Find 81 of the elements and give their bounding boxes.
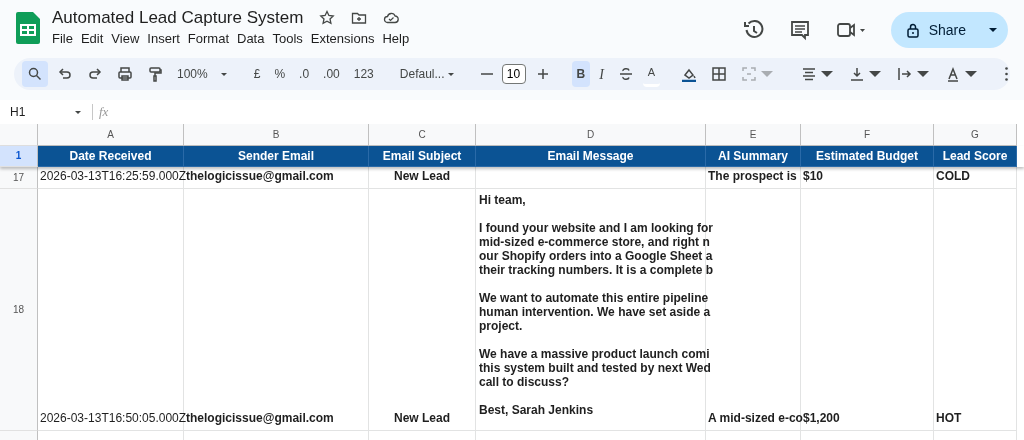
table-cell: New Lead: [369, 167, 476, 189]
font-dropdown[interactable]: Defaul...: [394, 61, 460, 87]
number-format-button[interactable]: 123: [348, 61, 379, 87]
minus-icon: [480, 73, 493, 75]
undo-icon: [57, 66, 73, 82]
lock-icon: [904, 22, 921, 38]
table-cell: thelogicissue@gmail.com: [184, 189, 369, 431]
message-paragraph: I found your website and I am looking for mid-sized e-commerce store, and right n our Shopify orders into a Google Sheet a their tracking numbers. It is a complete b: [479, 221, 714, 277]
merge-cells-icon: [741, 66, 758, 82]
column-header[interactable]: F: [801, 124, 934, 146]
name-box[interactable]: H1: [10, 103, 86, 121]
document-title[interactable]: Automated Lead Capture System: [52, 6, 304, 30]
message-paragraph: We want to automate this entire pipeline human intervention. We have set aside a project.: [479, 291, 711, 333]
message-paragraph: Hi team,: [479, 193, 526, 207]
redo-icon: [87, 66, 103, 82]
table-cell: HOT: [934, 189, 1017, 431]
table-cell: COLD: [934, 167, 1017, 189]
fill-color-icon: [681, 66, 698, 82]
percent-button[interactable]: %: [269, 61, 291, 87]
header-cell: Sender Email: [184, 146, 369, 167]
table-cell: thelogicissue@gmail.com: [184, 167, 369, 189]
italic-button[interactable]: I: [594, 61, 609, 87]
paint-format-icon: [147, 66, 163, 82]
search-icon: [27, 66, 43, 82]
column-header[interactable]: D: [476, 124, 706, 146]
font-size-field[interactable]: 10: [501, 64, 526, 84]
currency-button[interactable]: £: [248, 61, 266, 87]
table-cell: The prospect is: [706, 167, 801, 189]
menu-item[interactable]: Extensions: [306, 30, 379, 48]
header-cell: Date Received: [38, 146, 184, 167]
borders-icon: [711, 66, 728, 82]
message-paragraph: We have a massive product launch comi this system built and tested by next Wed call to discuss?: [479, 347, 711, 389]
table-cell: New Lead: [369, 189, 476, 431]
column-header[interactable]: A: [38, 124, 184, 146]
zoom-dropdown[interactable]: 100%: [172, 61, 233, 87]
align-icon: [801, 66, 818, 82]
cloud-icon[interactable]: [383, 10, 400, 26]
text-wrap-icon: [897, 66, 914, 82]
menu-item[interactable]: Help: [378, 30, 414, 48]
caret-icon: [446, 71, 455, 77]
sheets-logo-icon[interactable]: [16, 12, 40, 44]
row-number[interactable]: 1: [0, 146, 38, 167]
folder-icon[interactable]: [351, 10, 368, 26]
text-color-button[interactable]: A: [642, 61, 661, 87]
column-header[interactable]: G: [934, 124, 1017, 146]
search-button[interactable]: [22, 61, 48, 87]
menu-item[interactable]: View: [107, 30, 144, 48]
menu-item[interactable]: Data: [233, 30, 269, 48]
table-cell: $1,200: [801, 189, 934, 431]
header-cell: Estimated Budget: [801, 146, 934, 167]
table-cell: $10: [801, 167, 934, 189]
print-icon: [117, 66, 133, 82]
caret-icon: [74, 109, 82, 115]
header-cell: Email Message: [476, 146, 706, 167]
star-icon[interactable]: [319, 10, 336, 26]
increase-decimals-button[interactable]: .00: [318, 61, 345, 87]
share-button[interactable]: Share: [890, 12, 1008, 48]
header-cell: Email Subject: [369, 146, 476, 167]
history-icon[interactable]: [742, 19, 765, 41]
strikethrough-icon: [617, 66, 634, 82]
caret-icon: [219, 71, 228, 77]
message-paragraph: Best, Sarah Jenkins: [479, 403, 594, 417]
caret-icon[interactable]: [988, 27, 998, 33]
column-header[interactable]: C: [369, 124, 476, 146]
menu-item[interactable]: Insert: [143, 30, 184, 48]
menu-item[interactable]: File: [48, 30, 77, 48]
decrease-decimals-button[interactable]: .0: [294, 61, 315, 87]
column-header[interactable]: E: [706, 124, 801, 146]
header-cell: AI Summary: [706, 146, 801, 167]
menu-item[interactable]: Tools: [268, 30, 307, 48]
header-cell: Lead Score: [934, 146, 1017, 167]
vertical-align-icon: [849, 66, 866, 82]
column-header[interactable]: B: [184, 124, 369, 146]
menu-item[interactable]: Format: [183, 30, 233, 48]
row-number[interactable]: 18: [0, 189, 38, 431]
row-number[interactable]: 17: [0, 167, 38, 189]
menu-item[interactable]: Edit: [76, 30, 108, 48]
more-options-icon: [1005, 67, 1009, 81]
formula-icon: fx: [99, 102, 109, 122]
bold-button[interactable]: B: [571, 61, 591, 87]
comment-icon[interactable]: [788, 19, 811, 41]
